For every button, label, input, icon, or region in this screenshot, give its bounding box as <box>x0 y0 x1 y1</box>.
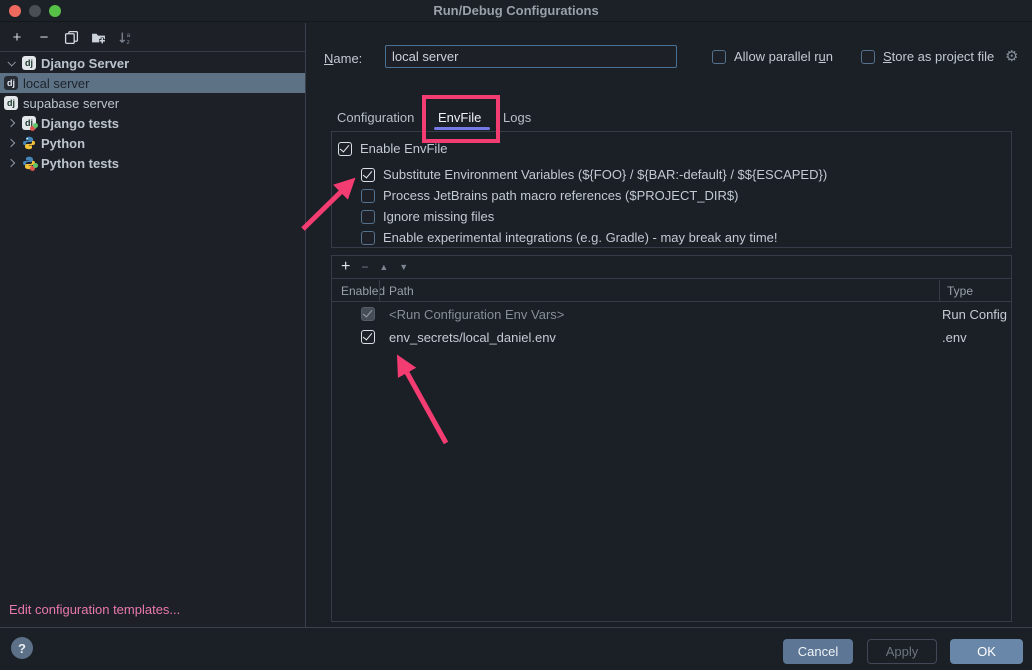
enable-envfile-checkbox[interactable] <box>338 142 352 156</box>
active-tab-indicator <box>434 127 490 130</box>
table-toolbar: + − ▲ ▼ <box>332 256 1011 279</box>
name-label: Name: <box>324 51 362 66</box>
ignore-missing-files-checkbox[interactable] <box>361 210 375 224</box>
name-input[interactable] <box>385 45 677 68</box>
new-folder-icon[interactable] <box>90 29 106 45</box>
tree-item-label: Python <box>41 136 85 151</box>
option-label: Substitute Environment Variables (${FOO}… <box>383 167 827 182</box>
svg-text:a: a <box>126 31 130 38</box>
remove-env-file-icon[interactable]: − <box>361 260 368 274</box>
chevron-down-icon[interactable] <box>4 60 18 66</box>
allow-parallel-run-label: Allow parallel run <box>734 49 833 64</box>
add-configuration-icon[interactable]: + <box>9 29 25 45</box>
sort-configurations-icon[interactable]: a z <box>117 29 133 45</box>
row-path: env_secrets/local_daniel.env <box>389 330 556 345</box>
django-icon: dj <box>4 96 18 110</box>
tree-item-label: Python tests <box>41 156 119 171</box>
gear-icon[interactable]: ⚙ <box>1005 47 1018 65</box>
tab-configuration[interactable]: Configuration <box>337 110 414 125</box>
substitute-env-vars-checkbox[interactable] <box>361 168 375 182</box>
tree-item-local-server[interactable]: dj local server <box>0 73 305 93</box>
django-icon: dj <box>22 56 36 70</box>
option-enable-envfile[interactable]: Enable EnvFile <box>338 141 447 156</box>
experimental-integrations-checkbox[interactable] <box>361 231 375 245</box>
tree-item-label: local server <box>23 76 89 91</box>
edit-configuration-templates-link[interactable]: Edit configuration templates... <box>9 602 180 617</box>
column-header-path: Path <box>389 284 414 298</box>
tree-item-label: Django Server <box>41 56 129 71</box>
tree-item-django-server[interactable]: dj Django Server <box>0 53 305 73</box>
configurations-sidebar: + − a z <box>0 23 306 627</box>
tab-envfile[interactable]: EnvFile <box>438 110 481 125</box>
move-up-icon[interactable]: ▲ <box>379 262 388 272</box>
option-label: Ignore missing files <box>383 209 494 224</box>
column-header-type: Type <box>947 284 973 298</box>
chevron-right-icon[interactable] <box>4 160 18 166</box>
option-label: Enable experimental integrations (e.g. G… <box>383 230 778 245</box>
python-tests-icon <box>22 156 36 170</box>
option-label: Process JetBrains path macro references … <box>383 188 738 203</box>
option-experimental-integrations[interactable]: Enable experimental integrations (e.g. G… <box>361 230 778 245</box>
svg-text:z: z <box>126 38 129 44</box>
remove-configuration-icon[interactable]: − <box>36 29 52 45</box>
row-path: <Run Configuration Env Vars> <box>389 307 564 322</box>
tree-item-supabase-server[interactable]: dj supabase server <box>0 93 305 113</box>
django-icon: dj <box>4 76 18 90</box>
tree-item-django-tests[interactable]: dj Django tests <box>0 113 305 133</box>
tree-item-label: Django tests <box>41 116 119 131</box>
tree-item-python[interactable]: Python <box>0 133 305 153</box>
help-button[interactable]: ? <box>11 637 33 659</box>
tree-item-python-tests[interactable]: Python tests <box>0 153 305 173</box>
dialog-footer: ? Cancel Apply OK <box>0 627 1032 670</box>
envfile-options-panel: Enable EnvFile Substitute Environment Va… <box>331 131 1012 248</box>
allow-parallel-run-checkbox[interactable] <box>712 50 726 64</box>
ok-button[interactable]: OK <box>950 639 1023 664</box>
tab-logs[interactable]: Logs <box>503 110 531 125</box>
copy-configuration-icon[interactable] <box>63 29 79 45</box>
cancel-button[interactable]: Cancel <box>783 639 853 664</box>
table-row-run-config-env-vars[interactable]: <Run Configuration Env Vars> Run Config <box>332 303 1011 326</box>
env-files-table-panel: + − ▲ ▼ Enabled Path Type <Run Configura… <box>331 255 1012 622</box>
row-enabled-checkbox[interactable] <box>361 330 375 344</box>
table-row-env-secrets[interactable]: env_secrets/local_daniel.env .env <box>332 326 1011 349</box>
window-title: Run/Debug Configurations <box>0 3 1032 18</box>
table-header: Enabled Path Type <box>332 280 1011 302</box>
python-icon <box>22 136 36 150</box>
store-as-project-file-checkbox[interactable] <box>861 50 875 64</box>
row-enabled-checkbox <box>361 307 375 321</box>
process-path-macros-checkbox[interactable] <box>361 189 375 203</box>
allow-parallel-run-option[interactable]: Allow parallel run <box>712 49 833 64</box>
title-bar: Run/Debug Configurations <box>0 0 1032 22</box>
option-label: Enable EnvFile <box>360 141 447 156</box>
add-env-file-icon[interactable]: + <box>341 258 350 276</box>
apply-button[interactable]: Apply <box>867 639 937 664</box>
store-as-project-file-option[interactable]: Store as project file <box>861 49 994 64</box>
chevron-right-icon[interactable] <box>4 140 18 146</box>
option-ignore-missing-files[interactable]: Ignore missing files <box>361 209 494 224</box>
store-as-project-file-label: Store as project file <box>883 49 994 64</box>
move-down-icon[interactable]: ▼ <box>399 262 408 272</box>
row-type: Run Config <box>942 307 1007 322</box>
sidebar-toolbar: + − a z <box>0 23 305 52</box>
option-substitute-env-vars[interactable]: Substitute Environment Variables (${FOO}… <box>361 167 827 182</box>
option-process-path-macros[interactable]: Process JetBrains path macro references … <box>361 188 738 203</box>
run-debug-configurations-dialog: Run/Debug Configurations + − <box>0 0 1032 670</box>
configurations-tree: dj Django Server dj local server dj supa… <box>0 53 305 173</box>
chevron-right-icon[interactable] <box>4 120 18 126</box>
row-type: .env <box>942 330 967 345</box>
tree-item-label: supabase server <box>23 96 119 111</box>
django-tests-icon: dj <box>22 116 36 130</box>
